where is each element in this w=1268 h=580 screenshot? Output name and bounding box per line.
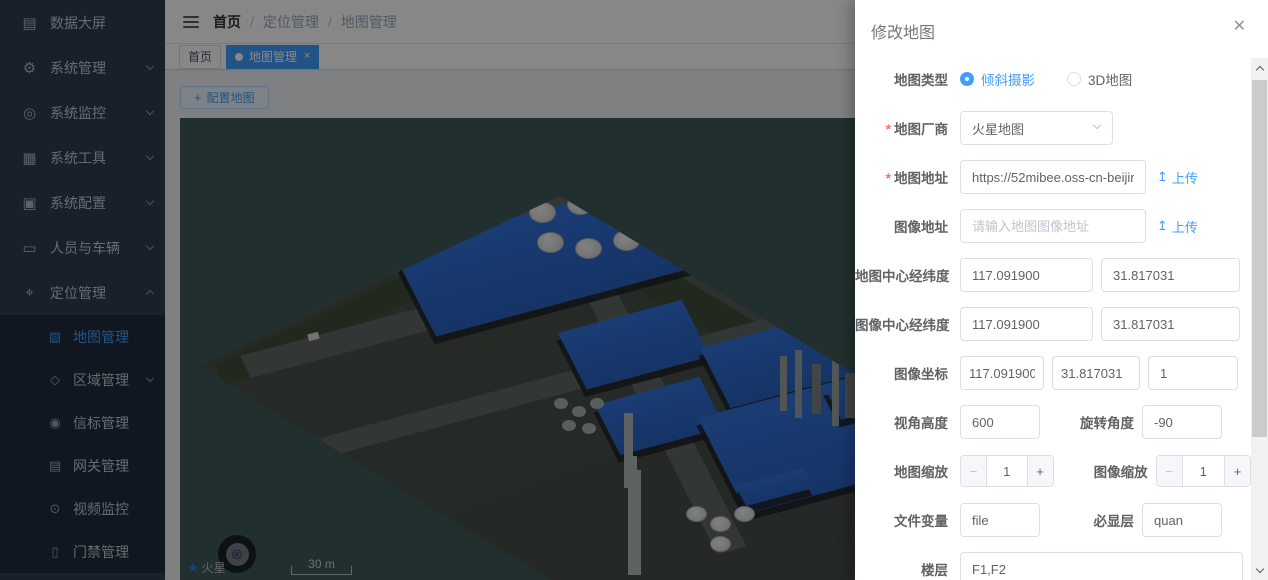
image-coord-x-input[interactable] [960,356,1044,390]
form-row-image-coord: 图像坐标 [855,355,1251,391]
form-row-map-center: 地图中心经纬度 [855,257,1251,293]
image-url-upload-button[interactable]: ↥ 上传 [1157,217,1198,236]
rotation-angle-input[interactable] [1142,405,1222,439]
form-row-vendor: *地图厂商 火星地图 [855,110,1251,146]
form-row-map-type: 地图类型 倾斜摄影 3D地图 [855,61,1251,97]
form-row-view-rotation: 视角高度 旋转角度 [855,404,1251,440]
edit-map-drawer: 修改地图 ✕ 地图类型 倾斜摄影 3D地图 *地图厂商 火星地图 [855,0,1268,580]
floor-input[interactable] [960,552,1243,580]
drawer-mask[interactable] [0,0,855,580]
field-label: 文件变量 [855,510,952,530]
image-center-lat-input[interactable] [1101,307,1240,341]
map-center-lng-input[interactable] [960,258,1093,292]
chevron-down-icon [1255,564,1263,572]
radio-3d-map[interactable] [1067,72,1081,86]
field-label: 楼层 [855,559,952,579]
field-label: 图像缩放 [1062,461,1148,481]
chevron-down-icon [1093,121,1101,129]
field-label: 地图缩放 [855,461,952,481]
close-icon[interactable]: ✕ [1233,19,1246,35]
field-label: *地图厂商 [855,118,952,138]
field-label: 视角高度 [855,412,952,432]
form-row-map-url: *地图地址 ↥ 上传 [855,159,1251,195]
map-center-lat-input[interactable] [1101,258,1240,292]
required-layer-input[interactable] [1142,503,1222,537]
field-label: 图像中心经纬度 [855,314,952,334]
upload-icon: ↥ [1157,169,1168,185]
field-label: 旋转角度 [1048,412,1134,432]
plus-button[interactable]: + [1224,456,1250,486]
form-row-zoom: 地图缩放 − 1 + 图像缩放 − 1 + [855,453,1251,489]
map-url-upload-button[interactable]: ↥ 上传 [1157,168,1198,187]
upload-label: 上传 [1172,217,1198,236]
image-coord-y-input[interactable] [1052,356,1140,390]
form-row-filevar-layer: 文件变量 必显层 [855,502,1251,538]
chevron-up-icon [1255,65,1263,73]
form-row-image-url: 图像地址 ↥ 上传 [855,208,1251,244]
view-height-input[interactable] [960,405,1040,439]
image-url-input[interactable] [960,209,1146,243]
field-label: 必显层 [1048,510,1134,530]
scroll-down-button[interactable] [1251,562,1268,578]
map-url-input[interactable] [960,160,1146,194]
image-center-lng-input[interactable] [960,307,1093,341]
vendor-select[interactable]: 火星地图 [960,111,1113,145]
image-zoom-value[interactable]: 1 [1183,456,1224,486]
plus-button[interactable]: + [1027,456,1053,486]
vendor-select-value: 火星地图 [972,119,1024,138]
radio-label-3d[interactable]: 3D地图 [1088,69,1132,89]
edit-map-form: 地图类型 倾斜摄影 3D地图 *地图厂商 火星地图 *地图地址 [855,61,1251,580]
field-label: *地图地址 [855,167,952,187]
map-zoom-value[interactable]: 1 [987,456,1027,486]
upload-icon: ↥ [1157,218,1168,234]
image-coord-z-input[interactable] [1148,356,1238,390]
radio-label-oblique[interactable]: 倾斜摄影 [981,69,1035,89]
drawer-title: 修改地图 [871,19,935,43]
field-label: 图像地址 [855,216,952,236]
minus-button[interactable]: − [961,456,987,486]
radio-oblique-photography[interactable] [960,72,974,86]
scrollbar-thumb[interactable] [1252,80,1267,437]
field-label: 地图中心经纬度 [855,265,952,285]
image-zoom-stepper: − 1 + [1156,455,1251,487]
form-row-floor: 楼层 [855,551,1251,580]
minus-button[interactable]: − [1157,456,1183,486]
app-window: ▤ 数据大屏 ⚙ 系统管理 ◎ 系统监控 ▦ 系统工具 ▣ 系统配置 ▭ 人员与… [0,0,1268,580]
form-row-image-center: 图像中心经纬度 [855,306,1251,342]
map-zoom-stepper: − 1 + [960,455,1054,487]
file-variable-input[interactable] [960,503,1040,537]
scroll-up-button[interactable] [1251,60,1268,76]
upload-label: 上传 [1172,168,1198,187]
field-label: 地图类型 [855,69,952,89]
drawer-scrollbar[interactable] [1251,58,1268,580]
field-label: 图像坐标 [855,363,952,383]
